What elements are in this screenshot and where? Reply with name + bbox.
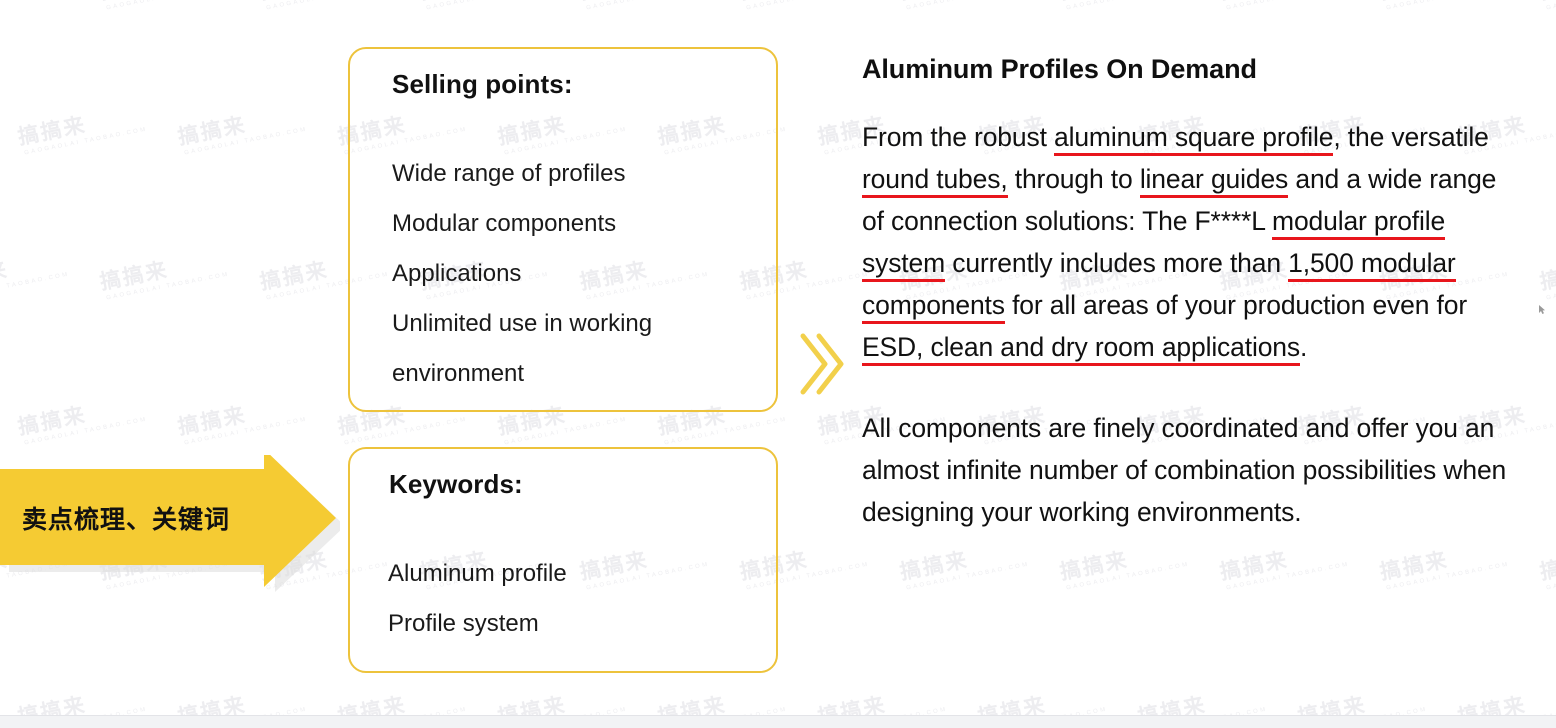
article-paragraph-2: All components are finely coordinated an… bbox=[862, 413, 1507, 527]
watermark-tile: 搞搞来GAOGAOLAI TAOBAO.COM bbox=[1218, 0, 1350, 12]
watermark-tile: 搞搞来GAOGAOLAI TAOBAO.COM bbox=[1537, 547, 1556, 592]
watermark-tile: 搞搞来GAOGAOLAI TAOBAO.COM bbox=[98, 0, 230, 12]
watermark-tile: 搞搞来GAOGAOLAI TAOBAO.COM bbox=[1538, 0, 1556, 12]
article-title: Aluminum Profiles On Demand bbox=[862, 54, 1257, 84]
keywords-card: Keywords: Aluminum profile Profile syste… bbox=[348, 447, 778, 673]
watermark-tile: 搞搞来GAOGAOLAI TAOBAO.COM bbox=[1377, 547, 1511, 592]
list-item: Unlimited use in working environment bbox=[392, 310, 653, 387]
cursor-artifact-icon bbox=[1539, 301, 1546, 314]
selling-points-list: Wide range of profiles Modular component… bbox=[392, 149, 762, 399]
watermark-tile: 搞搞来GAOGAOLAI TAOBAO.COM bbox=[15, 402, 149, 447]
watermark-tile: 搞搞来GAOGAOLAI TAOBAO.COM bbox=[418, 0, 550, 12]
watermark-tile: 搞搞来GAOGAOLAI TAOBAO.COM bbox=[175, 402, 309, 447]
article-column: Aluminum Profiles On Demand From the rob… bbox=[862, 52, 1522, 533]
keywords-list: Aluminum profile Profile system bbox=[388, 549, 758, 649]
watermark-tile: 搞搞来GAOGAOLAI TAOBAO.COM bbox=[1057, 547, 1191, 592]
list-item: Applications bbox=[392, 260, 522, 287]
highlighted-keyword: round tubes, bbox=[862, 164, 1008, 198]
watermark-tile: 搞搞来GAOGAOLAI TAOBAO.COM bbox=[578, 0, 710, 12]
arrow-banner-label: 卖点梳理、关键词 bbox=[22, 505, 231, 534]
highlighted-keyword: linear guides bbox=[1139, 164, 1288, 198]
watermark-tile: 搞搞来GAOGAOLAI TAOBAO.COM bbox=[898, 0, 1030, 12]
list-item: Modular components bbox=[392, 210, 617, 237]
highlighted-keyword: 1,500 modular components bbox=[862, 248, 1456, 324]
bottom-bar bbox=[0, 715, 1556, 728]
highlighted-keyword: ESD, clean and dry room applications bbox=[862, 332, 1300, 366]
watermark-tile: 搞搞来GAOGAOLAI TAOBAO.COM bbox=[1378, 0, 1510, 12]
double-chevron-right-icon bbox=[798, 330, 844, 398]
keywords-title: Keywords: bbox=[389, 469, 523, 499]
watermark-tile: 搞搞来GAOGAOLAI TAOBAO.COM bbox=[1058, 0, 1190, 12]
watermark-tile: 搞搞来GAOGAOLAI TAOBAO.COM bbox=[1217, 547, 1351, 592]
watermark-tile: 搞搞来GAOGAOLAI TAOBAO.COM bbox=[15, 112, 149, 157]
article-paragraph-1: From the robust aluminum square profile,… bbox=[862, 116, 1522, 368]
slide-canvas: 搞搞来 GAOGAOLAI TAOBAO.COM 搞搞来 GAOGAOLAI TAOB… bbox=[0, 0, 1556, 728]
watermark-tile: 搞搞来GAOGAOLAI TAOBAO.COM bbox=[97, 257, 231, 302]
watermark-tile: 搞搞来GAOGAOLAI TAOBAO.COM bbox=[738, 0, 870, 12]
selling-points-title: Selling points: bbox=[392, 69, 573, 99]
watermark-tile: 搞搞来GAOGAOLAI TAOBAO.COM bbox=[175, 112, 309, 157]
watermark-tile: 搞搞来GAOGAOLAI TAOBAO.COM bbox=[1537, 257, 1556, 302]
watermark-tile: 搞搞来GAOGAOLAI TAOBAO.COM bbox=[0, 0, 70, 12]
list-item: Aluminum profile bbox=[388, 560, 567, 587]
list-item: Wide range of profiles bbox=[392, 160, 626, 187]
watermark-tile: 搞搞来GAOGAOLAI TAOBAO.COM bbox=[0, 257, 71, 302]
list-item: Profile system bbox=[388, 610, 539, 637]
watermark-tile: 搞搞来GAOGAOLAI TAOBAO.COM bbox=[897, 547, 1031, 592]
highlighted-keyword: aluminum square profile bbox=[1054, 122, 1334, 156]
selling-points-card: Selling points: Wide range of profiles M… bbox=[348, 47, 778, 412]
watermark-tile: 搞搞来GAOGAOLAI TAOBAO.COM bbox=[258, 0, 390, 12]
